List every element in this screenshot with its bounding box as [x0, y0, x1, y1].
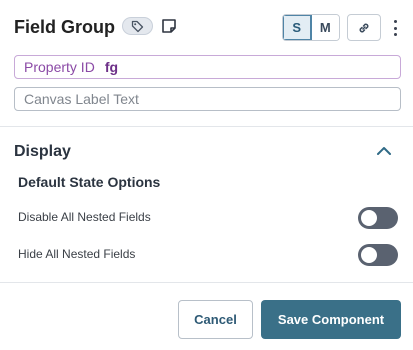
divider — [0, 282, 413, 283]
divider — [0, 126, 413, 127]
cancel-button[interactable]: Cancel — [178, 300, 253, 339]
tag-icon — [131, 20, 144, 32]
default-state-heading: Default State Options — [18, 174, 161, 190]
property-id-value: fg — [104, 59, 119, 75]
component-title: Field Group — [14, 17, 115, 37]
property-id-field[interactable]: Property ID fg — [14, 55, 401, 79]
hide-nested-toggle[interactable] — [358, 244, 398, 266]
chevron-up-icon[interactable] — [376, 145, 392, 157]
toggle-knob — [361, 247, 377, 263]
property-id-label: Property ID — [24, 59, 95, 75]
option-label: Hide All Nested Fields — [18, 247, 136, 261]
tag-button[interactable] — [122, 17, 153, 35]
option-label: Disable All Nested Fields — [18, 210, 151, 224]
link-icon — [359, 23, 369, 32]
option-row-disable-nested: Disable All Nested Fields — [18, 206, 398, 230]
save-component-button[interactable]: Save Component — [261, 300, 401, 339]
canvas-label-input[interactable] — [14, 87, 401, 111]
size-small-button[interactable]: S — [283, 15, 312, 40]
disable-nested-toggle[interactable] — [358, 207, 398, 229]
size-medium-button[interactable]: M — [311, 15, 339, 40]
kebab-menu-icon[interactable] — [390, 18, 400, 38]
note-icon[interactable] — [161, 18, 177, 34]
option-row-hide-nested: Hide All Nested Fields — [18, 243, 398, 267]
link-button[interactable] — [347, 14, 381, 41]
toggle-knob — [361, 210, 377, 226]
display-section-title[interactable]: Display — [14, 143, 71, 161]
panel-header: Field Group S M — [14, 14, 401, 42]
size-toggle-group: S M — [282, 14, 340, 41]
